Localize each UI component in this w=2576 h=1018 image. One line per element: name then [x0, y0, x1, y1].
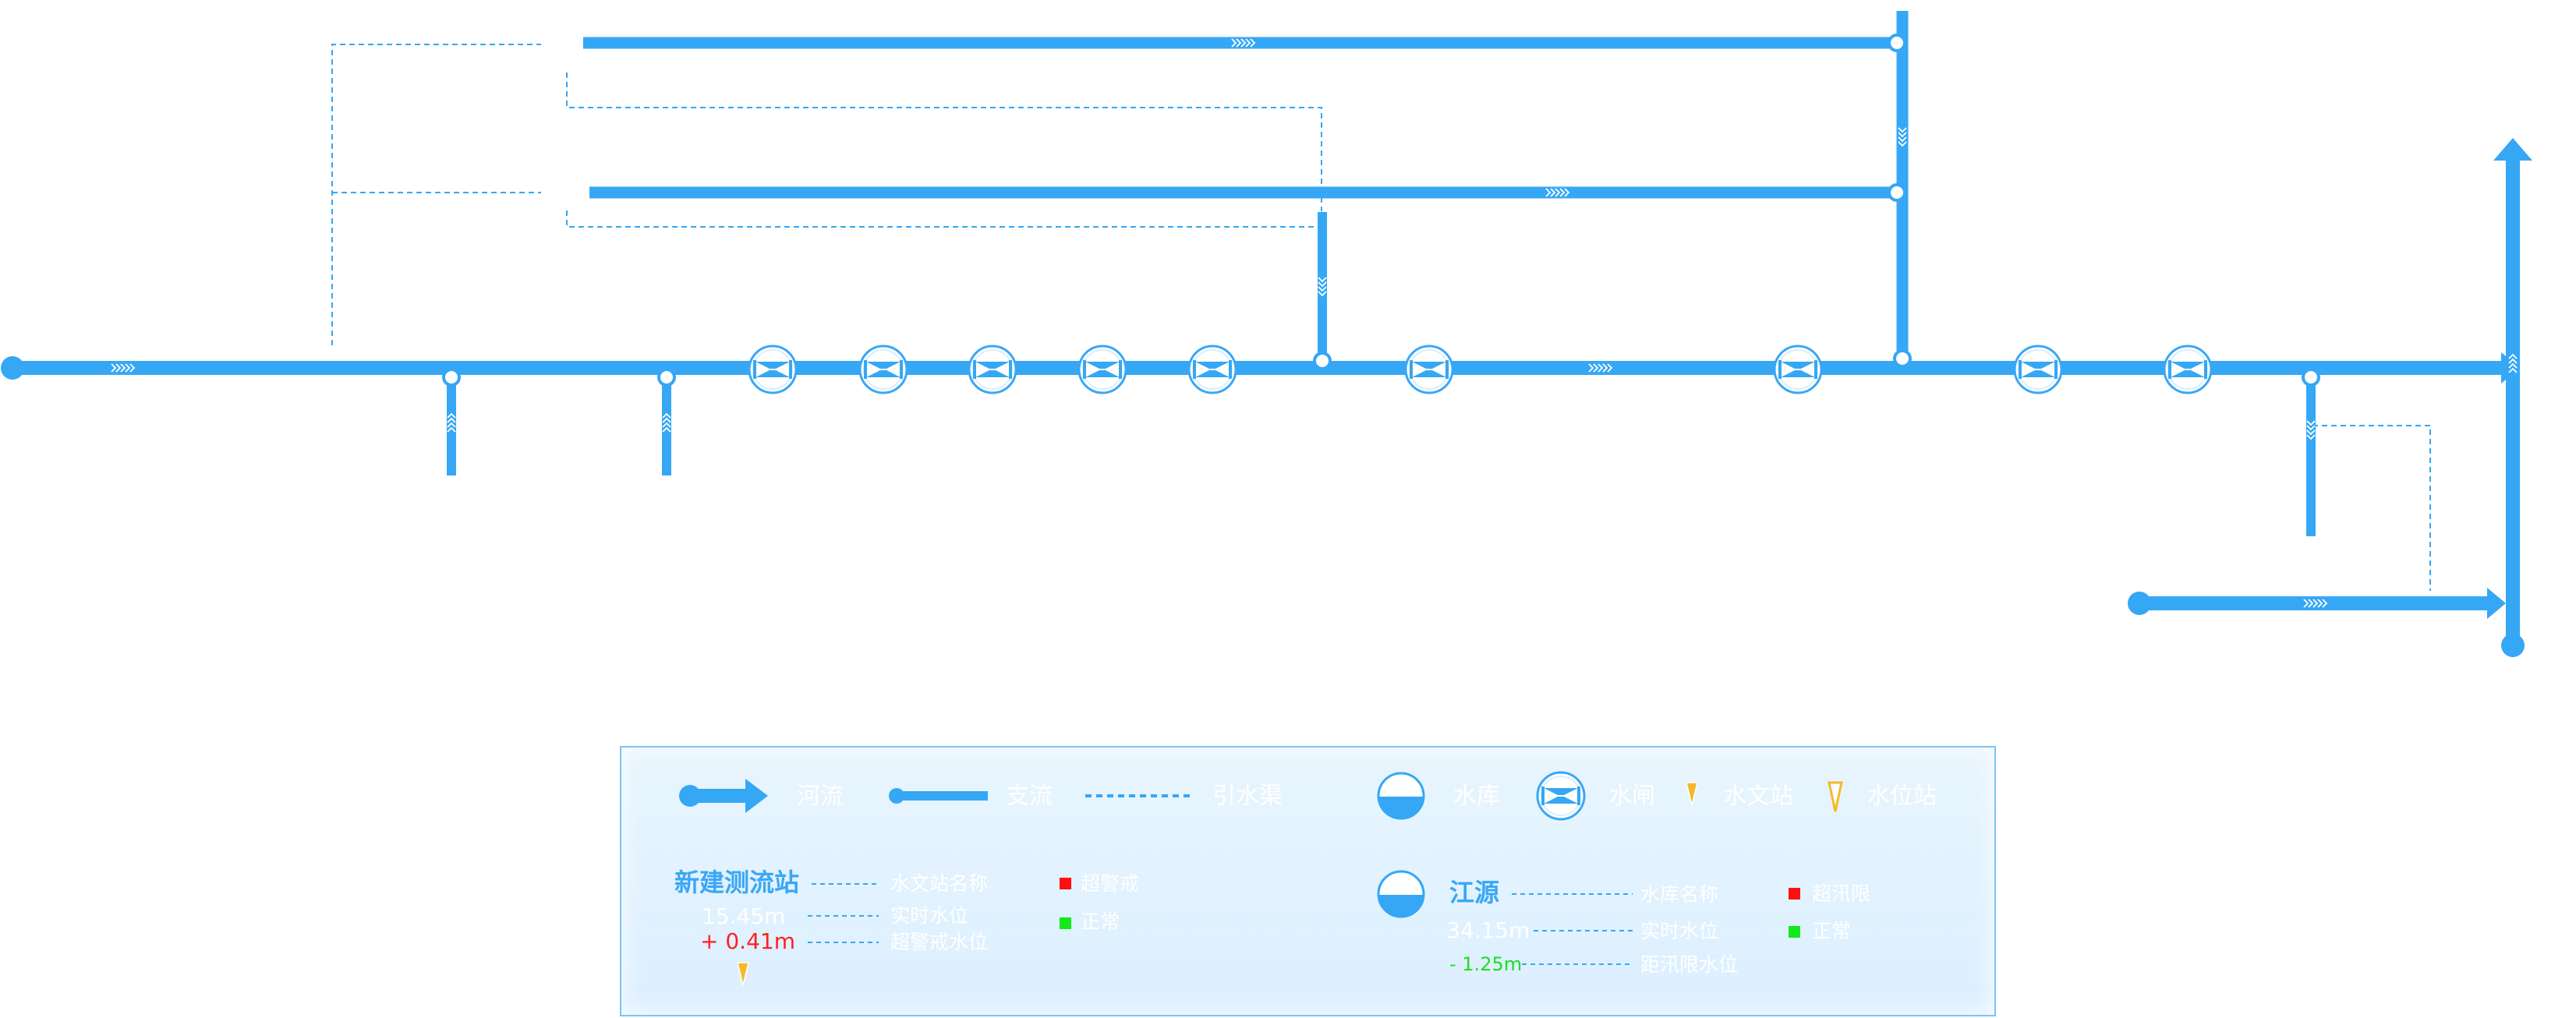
legend-level-station-label: 水位站 [1867, 783, 1937, 810]
legend-panel: 河流 支流 引水渠 水库 水闸 水文站 水位站 新建测流站 15.45m + 0… [620, 746, 1996, 1016]
reservoir-example-name: 江源 [1449, 878, 1500, 907]
reservoir-alarm-status-label: 超汛限 [1812, 882, 1871, 905]
legend-reservoir-label: 水库 [1453, 783, 1500, 810]
level-station-symbol-icon [1828, 781, 1843, 812]
reservoir-level-caption: 实时水位 [1640, 920, 1719, 942]
sluice-icon[interactable] [2013, 345, 2063, 394]
sluice-icon[interactable] [1187, 345, 1237, 394]
hydro-example-name: 新建测流站 [674, 868, 800, 897]
right-trunk-river [2493, 138, 2532, 657]
legend-river-label: 河流 [797, 783, 844, 810]
reservoir-example-level: 34.15m [1446, 917, 1530, 943]
vertical-branches [447, 11, 2316, 536]
junction-nodes [442, 34, 2320, 387]
hydro-example-icon [737, 962, 749, 986]
reservoir-example-delta: - 1.25m [1449, 953, 1523, 975]
sluice-icon[interactable] [1773, 345, 1823, 394]
reservoir-alarm-status-square [1789, 888, 1800, 900]
sluice-icon[interactable] [2163, 345, 2213, 394]
sluice-icon[interactable] [1077, 345, 1127, 394]
canal-lines [331, 44, 2431, 591]
hydro-station-symbol-icon [1686, 782, 1698, 806]
reservoir-normal-status-label: 正常 [1812, 920, 1852, 942]
reservoir-symbol-icon [1377, 772, 1425, 820]
tributary-symbol-icon [889, 788, 988, 804]
reservoir-name-caption: 水库名称 [1640, 883, 1719, 906]
alarm-status-square [1060, 878, 1071, 889]
reservoir-delta-caption: 距汛限水位 [1640, 953, 1739, 976]
sluice-symbol-icon [1536, 771, 1586, 821]
reservoir-normal-status-square [1789, 926, 1800, 938]
legend-sluice-label: 水闸 [1608, 783, 1655, 810]
hydro-alarm-status-label: 超警戒 [1081, 872, 1140, 895]
reservoir-example-icon [1377, 870, 1425, 918]
sluice-icon[interactable] [858, 345, 908, 394]
main-river [1, 352, 2520, 384]
hydro-example-level: 15.45m [702, 903, 786, 929]
normal-status-square [1060, 917, 1071, 929]
hydro-normal-status-label: 正常 [1081, 910, 1120, 933]
branch-middle [589, 186, 1897, 199]
sluice-icon[interactable] [748, 345, 798, 394]
hydro-level-caption: 实时水位 [890, 904, 969, 927]
legend-tributary-label: 支流 [1006, 783, 1053, 810]
hydro-delta-caption: 超警戒水位 [890, 931, 989, 953]
lower-right-river [2128, 588, 2506, 619]
sluice-icon[interactable] [1404, 345, 1454, 394]
legend-hydro-station-label: 水文站 [1723, 783, 1793, 810]
sluice-icon[interactable] [968, 345, 1017, 394]
river-symbol-icon [679, 779, 768, 813]
hydro-name-caption: 水文站名称 [890, 872, 989, 895]
legend-canal-label: 引水渠 [1212, 783, 1283, 810]
hydro-example-delta: + 0.41m [700, 928, 795, 954]
branch-top [583, 37, 1897, 49]
